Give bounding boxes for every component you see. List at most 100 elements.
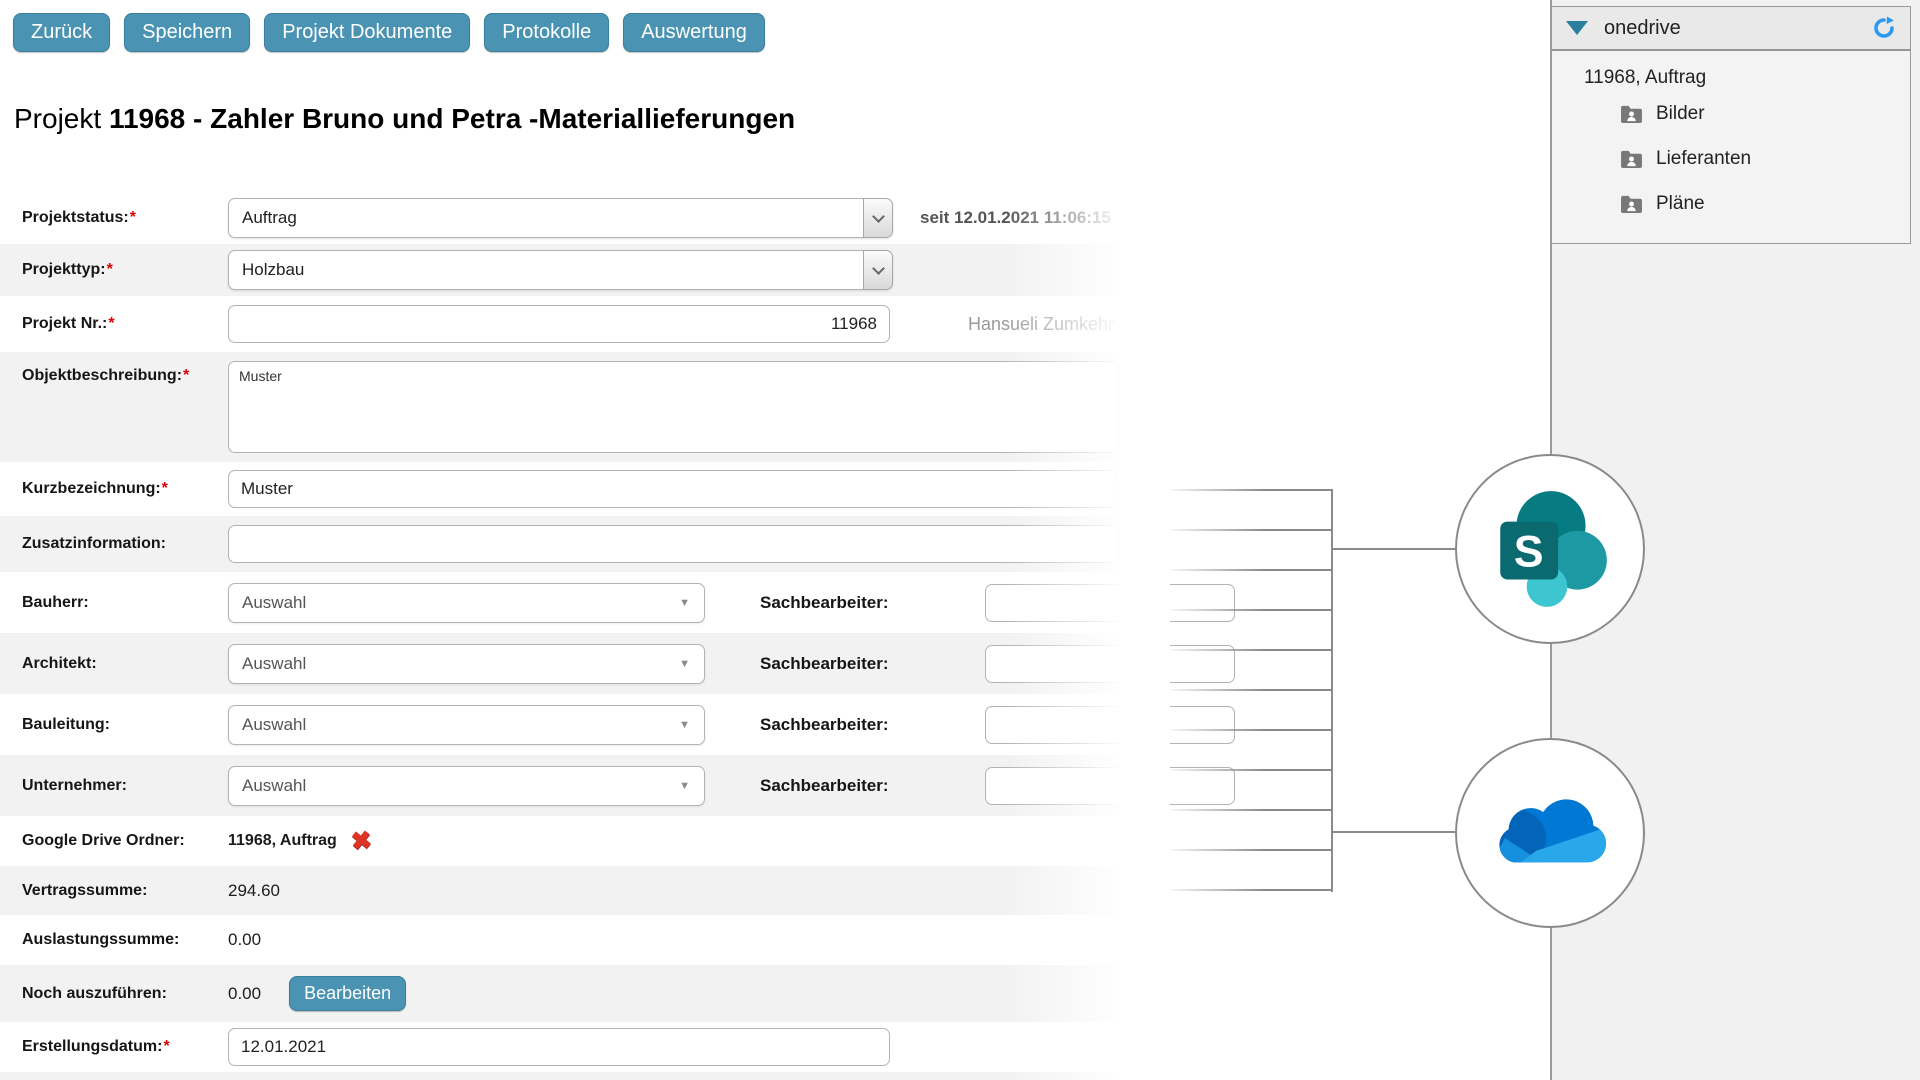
projekt-nr-input[interactable] — [228, 305, 890, 343]
erstellungsdatum-label: Erstellungsdatum:* — [22, 1037, 228, 1056]
projektstatus-select[interactable]: Auftrag — [228, 198, 893, 238]
owner-name-text: Hansueli Zumkehr — [968, 314, 1114, 335]
sharepoint-icon: S — [1484, 483, 1616, 615]
projekttyp-label: Projekttyp:* — [22, 260, 228, 279]
auslastungssumme-label: Auslastungssumme: — [22, 930, 228, 949]
row-projekt-nr: Projekt Nr.:* Hansueli Zumkehr — [0, 296, 1150, 352]
row-google-drive-ordner: Google Drive Ordner: 11968, Auftrag ✖ — [0, 816, 1150, 866]
zusatzinformation-input[interactable] — [228, 525, 1118, 563]
sharepoint-connector-line — [1333, 548, 1455, 550]
vertragssumme-label: Vertragssumme: — [22, 881, 228, 900]
tree-item-label: Bilder — [1656, 103, 1705, 125]
row-partial — [0, 1072, 1150, 1080]
tree-item-plaene[interactable]: Pläne — [1620, 181, 1910, 226]
save-button[interactable]: Speichern — [124, 13, 250, 52]
required-marker: * — [163, 1038, 169, 1055]
bauherr-dropdown-value: Auswahl — [242, 593, 306, 613]
row-zusatzinformation: Zusatzinformation: — [0, 516, 1150, 572]
onedrive-folder-tree: 11968, Auftrag Bilder Lieferanten — [1552, 51, 1910, 226]
required-marker: * — [130, 209, 136, 226]
projektstatus-label: Projektstatus:* — [22, 208, 228, 227]
objektbeschreibung-label: Objektbeschreibung:* — [22, 366, 228, 385]
title-project-name: 11968 - Zahler Bruno und Petra -Material… — [109, 103, 795, 134]
chevron-down-icon[interactable] — [863, 250, 893, 290]
evaluation-button[interactable]: Auswertung — [623, 13, 765, 52]
diagram-row-line — [1163, 569, 1333, 571]
title-prefix: Projekt — [14, 103, 101, 134]
remove-drive-folder-icon[interactable]: ✖ — [350, 827, 373, 854]
projekttyp-select-value: Holzbau — [228, 250, 863, 290]
projekt-nr-label: Projekt Nr.:* — [22, 314, 228, 333]
unternehmer-label: Unternehmer: — [22, 776, 228, 795]
refresh-icon[interactable] — [1872, 16, 1896, 40]
auslastungssumme-value: 0.00 — [228, 930, 261, 950]
svg-text:S: S — [1514, 527, 1544, 576]
dropdown-arrow-icon: ▼ — [679, 780, 690, 792]
onedrive-logo-circle — [1455, 738, 1645, 928]
row-projektstatus: Projektstatus:* Auftrag seit 12.01.2021 … — [0, 192, 1150, 244]
bauleitung-dropdown-value: Auswahl — [242, 715, 306, 735]
noch-auszufuehren-label: Noch auszuführen: — [22, 984, 228, 1003]
kurzbezeichnung-input[interactable] — [228, 470, 1118, 508]
bauherr-sachbearbeiter-input[interactable] — [985, 584, 1235, 622]
tree-item-label: Pläne — [1656, 193, 1705, 215]
tree-item-lieferanten[interactable]: Lieferanten — [1620, 136, 1910, 181]
required-marker: * — [162, 480, 168, 497]
objektbeschreibung-textarea[interactable]: Muster — [228, 361, 1118, 453]
diagram-row-line — [1163, 849, 1333, 851]
onedrive-connector-line — [1333, 831, 1455, 833]
erstellungsdatum-input[interactable] — [228, 1028, 890, 1066]
chevron-down-icon[interactable] — [863, 198, 893, 238]
back-button[interactable]: Zurück — [13, 13, 110, 52]
onedrive-panel: onedrive 11968, Auftrag Bilder — [1551, 6, 1911, 244]
zusatzinformation-label: Zusatzinformation: — [22, 534, 228, 553]
protocols-button[interactable]: Protokolle — [484, 13, 609, 52]
unternehmer-sachbearbeiter-input[interactable] — [985, 767, 1235, 805]
bauleitung-dropdown[interactable]: Auswahl ▼ — [228, 705, 705, 745]
dropdown-arrow-icon: ▼ — [679, 597, 690, 609]
sachbearbeiter-label: Sachbearbeiter: — [760, 715, 889, 735]
row-auslastungssumme: Auslastungssumme: 0.00 — [0, 915, 1150, 965]
kurzbezeichnung-label: Kurzbezeichnung:* — [22, 479, 228, 498]
project-detail-screen: Zurück Speichern Projekt Dokumente Proto… — [0, 0, 1920, 1080]
row-kurzbezeichnung: Kurzbezeichnung:* — [0, 462, 1150, 516]
unternehmer-dropdown[interactable]: Auswahl ▼ — [228, 766, 705, 806]
diagram-row-line — [1163, 529, 1333, 531]
google-drive-folder-value: 11968, Auftrag — [228, 832, 337, 850]
collapse-triangle-icon[interactable] — [1566, 21, 1588, 35]
tree-root-item[interactable]: 11968, Auftrag — [1584, 67, 1910, 89]
row-erstellungsdatum: Erstellungsdatum:* — [0, 1022, 1150, 1072]
bauherr-dropdown[interactable]: Auswahl ▼ — [228, 583, 705, 623]
dropdown-arrow-icon: ▼ — [679, 658, 690, 670]
google-drive-label: Google Drive Ordner: — [22, 831, 228, 850]
architekt-label: Architekt: — [22, 654, 228, 673]
edit-button[interactable]: Bearbeiten — [289, 976, 406, 1011]
diagram-row-line — [1163, 729, 1333, 731]
bauleitung-label: Bauleitung: — [22, 715, 228, 734]
projekttyp-select[interactable]: Holzbau — [228, 250, 893, 290]
unternehmer-dropdown-value: Auswahl — [242, 776, 306, 796]
required-marker: * — [108, 315, 114, 332]
vertragssumme-value: 294.60 — [228, 881, 280, 901]
project-form: Projektstatus:* Auftrag seit 12.01.2021 … — [0, 192, 1150, 1080]
row-vertragssumme: Vertragssumme: 294.60 — [0, 866, 1150, 915]
required-marker: * — [183, 367, 189, 384]
sachbearbeiter-label: Sachbearbeiter: — [760, 593, 889, 613]
tree-item-bilder[interactable]: Bilder — [1620, 91, 1910, 136]
diagram-row-line — [1163, 809, 1333, 811]
project-documents-button[interactable]: Projekt Dokumente — [264, 13, 470, 52]
architekt-dropdown[interactable]: Auswahl ▼ — [228, 644, 705, 684]
row-objektbeschreibung: Objektbeschreibung:* Muster — [0, 352, 1150, 462]
row-projekttyp: Projekttyp:* Holzbau — [0, 244, 1150, 296]
architekt-dropdown-value: Auswahl — [242, 654, 306, 674]
bauherr-label: Bauherr: — [22, 593, 228, 612]
row-architekt: Architekt: Auswahl ▼ Sachbearbeiter: — [0, 633, 1150, 694]
sachbearbeiter-label: Sachbearbeiter: — [760, 776, 889, 796]
row-noch-auszufuehren: Noch auszuführen: 0.00 Bearbeiten — [0, 965, 1150, 1022]
status-since-text: seit 12.01.2021 11:06:15 — [920, 208, 1111, 228]
required-marker: * — [107, 261, 113, 278]
row-unternehmer: Unternehmer: Auswahl ▼ Sachbearbeiter: — [0, 755, 1150, 816]
tree-item-label: Lieferanten — [1656, 148, 1751, 170]
bauleitung-sachbearbeiter-input[interactable] — [985, 706, 1235, 744]
folder-icon — [1620, 104, 1643, 123]
